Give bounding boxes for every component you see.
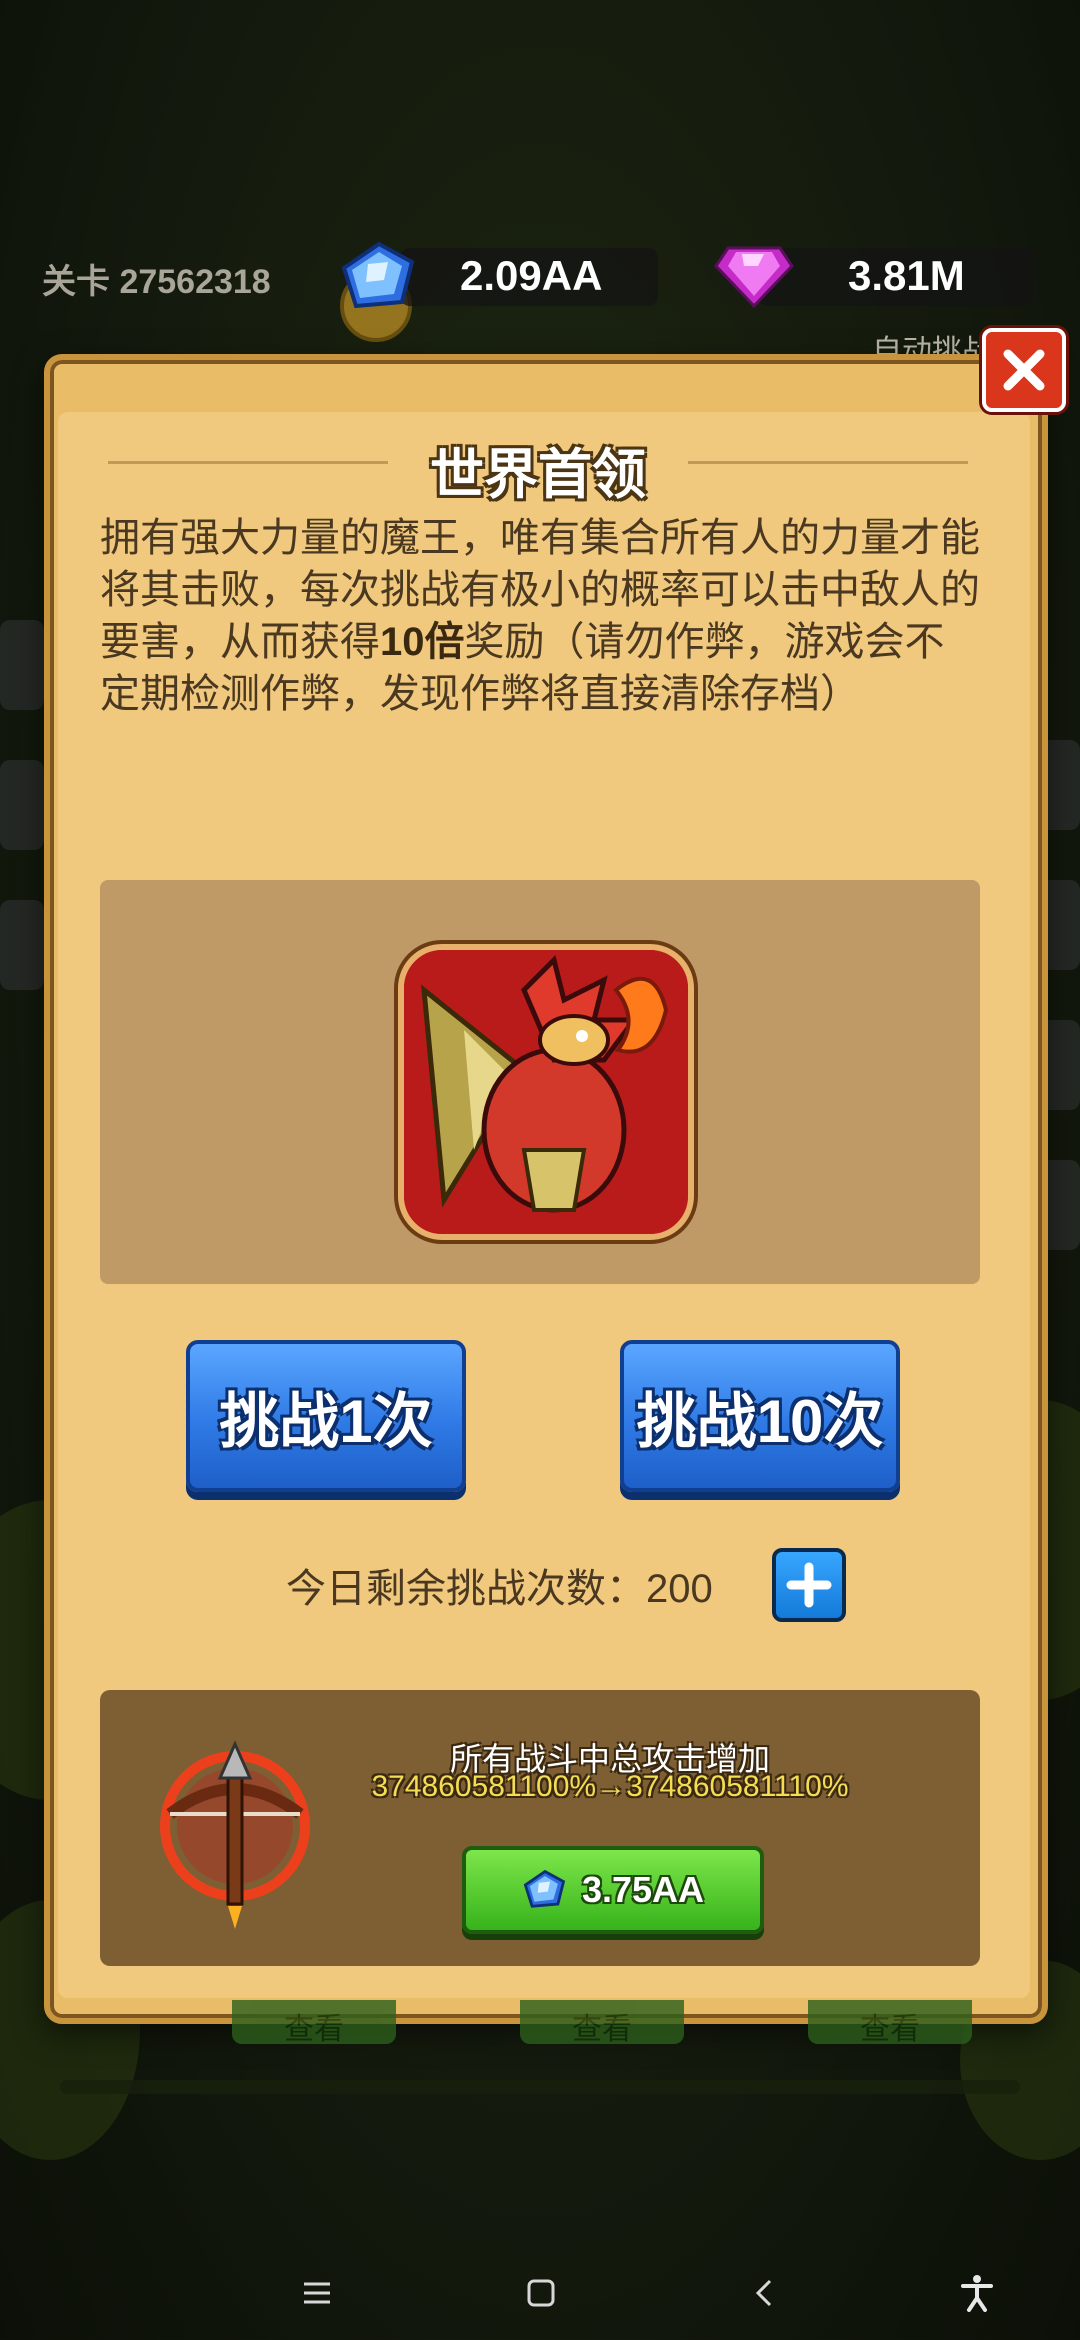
background-view-button-3[interactable]: 查看 bbox=[808, 2000, 972, 2046]
background-view-label: 查看 bbox=[860, 2013, 920, 2046]
close-button[interactable] bbox=[982, 328, 1066, 412]
home-icon[interactable] bbox=[516, 2268, 566, 2318]
dialog-title-row: 世界首领 bbox=[98, 426, 978, 505]
challenge-ten-button[interactable]: 挑战10次 bbox=[620, 1340, 900, 1492]
add-challenges-button[interactable] bbox=[772, 1548, 846, 1622]
menu-icon[interactable] bbox=[292, 2268, 342, 2318]
crossbow-icon bbox=[150, 1734, 320, 1934]
background-view-label: 查看 bbox=[572, 2013, 632, 2046]
upgrade-value: 374860581100%→374860581110% bbox=[371, 1770, 849, 1803]
upgrade-buy-button[interactable]: 3.75AA bbox=[462, 1846, 764, 1934]
background-view-button-1[interactable]: 查看 bbox=[232, 2000, 396, 2046]
pink-gem-value: 3.81M bbox=[848, 252, 965, 299]
background-view-button-2[interactable]: 查看 bbox=[520, 2000, 684, 2046]
plus-icon bbox=[786, 1562, 832, 1608]
accessibility-icon[interactable] bbox=[952, 2268, 1002, 2318]
description-bold-text: 10倍 bbox=[380, 620, 465, 664]
dragon-boss-portrait bbox=[398, 944, 694, 1240]
remaining-label: 今日剩余挑战次数： bbox=[286, 1567, 646, 1611]
background-view-label: 查看 bbox=[284, 2013, 344, 2046]
dialog-title: 世界首领 bbox=[430, 445, 646, 505]
blue-gem-icon bbox=[523, 1869, 566, 1908]
remaining-count: 200 bbox=[646, 1567, 713, 1611]
boss-description: 拥有强大力量的魔王，唯有集合所有人的力量才能将其击败，每次挑战有极小的概率可以击… bbox=[100, 512, 980, 720]
blue-gem-value: 2.09AA bbox=[460, 252, 603, 299]
pink-gem-icon bbox=[714, 240, 794, 310]
close-icon bbox=[1003, 349, 1045, 391]
upgrade-cost: 3.75AA bbox=[581, 1869, 705, 1910]
challenge-once-button[interactable]: 挑战1次 bbox=[186, 1340, 466, 1492]
back-icon[interactable] bbox=[740, 2268, 790, 2318]
level-label: 关卡 27562318 bbox=[42, 263, 271, 301]
remaining-challenges: 今日剩余挑战次数：200 bbox=[286, 1556, 713, 1614]
blue-gem-icon bbox=[338, 240, 420, 314]
